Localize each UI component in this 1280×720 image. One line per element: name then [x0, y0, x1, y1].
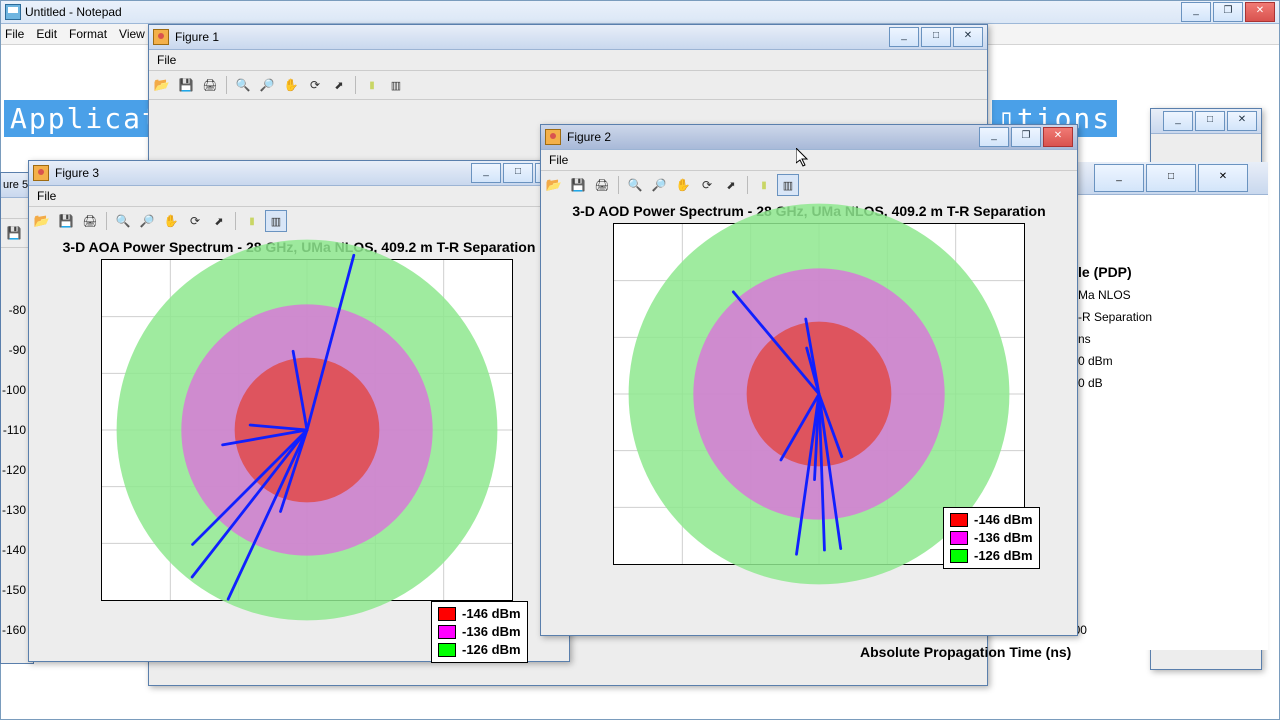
minimize-button[interactable]: _	[889, 27, 919, 47]
figure3-window: Figure 3 _ □ ✕ File 3-D AOA Power Spectr…	[28, 160, 570, 662]
minimize-button[interactable]: _	[1181, 2, 1211, 22]
close-button[interactable]: ✕	[1198, 164, 1248, 192]
figure6-content-fragment: _ □ ✕ le (PDP) Ma NLOS -R Separation ns …	[1068, 170, 1268, 650]
brush-icon[interactable]	[753, 174, 775, 196]
figure2-titlebar[interactable]: Figure 2 _ ❐ ✕	[541, 125, 1077, 150]
pdp-x-label: Absolute Propagation Time (ns)	[860, 644, 1071, 660]
print-icon[interactable]	[199, 74, 221, 96]
app-strip-left: Applicat	[4, 100, 167, 137]
figure2-window: Figure 2 _ ❐ ✕ File 3-D AOD Power Spectr…	[540, 124, 1078, 636]
pdp-annot-c: ns	[1068, 328, 1268, 350]
open-icon[interactable]	[31, 210, 53, 232]
figure4-titlebar[interactable]: _ □ ✕	[1151, 109, 1261, 134]
legend-item: -136 dBm	[974, 529, 1033, 547]
figure3-title: Figure 3	[55, 166, 469, 180]
maximize-button[interactable]: ❐	[1011, 127, 1041, 147]
menu-item-edit[interactable]: Edit	[36, 27, 57, 41]
close-button[interactable]: ✕	[953, 27, 983, 47]
print-icon[interactable]	[591, 174, 613, 196]
legend-item: -126 dBm	[462, 641, 521, 659]
pan-icon[interactable]	[160, 210, 182, 232]
maximize-button[interactable]: □	[1146, 164, 1196, 192]
rotate-icon[interactable]	[304, 74, 326, 96]
close-button[interactable]: ✕	[1245, 2, 1275, 22]
pdp-annot-d: 0 dBm	[1068, 350, 1268, 372]
brush-icon[interactable]	[361, 74, 383, 96]
zoom-out-icon[interactable]	[648, 174, 670, 196]
minimize-button[interactable]: _	[1163, 111, 1193, 131]
menu-item-file[interactable]: File	[5, 27, 24, 41]
pdp-annot-a: Ma NLOS	[1068, 284, 1268, 306]
figure1-title: Figure 1	[175, 30, 887, 44]
open-icon[interactable]	[151, 74, 173, 96]
minimize-button[interactable]: _	[1094, 164, 1144, 192]
notepad-icon	[5, 4, 21, 20]
zoom-in-icon[interactable]	[624, 174, 646, 196]
zoom-out-icon[interactable]	[256, 74, 278, 96]
pan-icon[interactable]	[280, 74, 302, 96]
rotate-icon[interactable]	[696, 174, 718, 196]
maximize-button[interactable]: □	[1195, 111, 1225, 131]
zoom-in-icon[interactable]	[232, 74, 254, 96]
save-icon[interactable]	[55, 210, 77, 232]
figure3-toolbar	[29, 207, 569, 236]
aoa-polar-plot[interactable]	[101, 259, 513, 601]
maximize-button[interactable]: ❐	[1213, 2, 1243, 22]
figure3-menu-file[interactable]: File	[37, 189, 56, 203]
maximize-button[interactable]: □	[921, 27, 951, 47]
data-cursor-icon[interactable]	[328, 74, 350, 96]
close-button[interactable]: ✕	[1043, 127, 1073, 147]
matlab-icon	[33, 165, 49, 181]
link-icon[interactable]	[385, 74, 407, 96]
figure2-menu-file[interactable]: File	[549, 153, 568, 167]
pdp-y-ticks: -80-90-100 -110-120-130 -140-150-160	[0, 290, 26, 650]
pdp-annot-b: -R Separation	[1068, 306, 1268, 328]
close-button[interactable]: ✕	[1227, 111, 1257, 131]
figure1-titlebar[interactable]: Figure 1 _ □ ✕	[149, 25, 987, 50]
matlab-icon	[153, 29, 169, 45]
zoom-out-icon[interactable]	[136, 210, 158, 232]
rotate-icon[interactable]	[184, 210, 206, 232]
zoom-in-icon[interactable]	[112, 210, 134, 232]
figure1-toolbar	[149, 71, 987, 100]
legend-item: -146 dBm	[462, 605, 521, 623]
figure5-title: ure 5	[1, 179, 29, 191]
legend-item: -126 dBm	[974, 547, 1033, 565]
matlab-icon	[545, 129, 561, 145]
legend-item: -146 dBm	[974, 511, 1033, 529]
data-cursor-icon[interactable]	[720, 174, 742, 196]
pdp-title-fragment: le (PDP)	[1068, 260, 1268, 284]
save-icon[interactable]	[567, 174, 589, 196]
maximize-button[interactable]: □	[503, 163, 533, 183]
figure2-title: Figure 2	[567, 130, 977, 144]
data-cursor-icon[interactable]	[208, 210, 230, 232]
save-icon[interactable]	[175, 74, 197, 96]
print-icon[interactable]	[79, 210, 101, 232]
notepad-title: Untitled - Notepad	[25, 5, 1179, 19]
minimize-button[interactable]: _	[979, 127, 1009, 147]
figure3-legend: -146 dBm -136 dBm -126 dBm	[431, 601, 528, 663]
brush-icon[interactable]	[241, 210, 263, 232]
figure3-titlebar[interactable]: Figure 3 _ □ ✕	[29, 161, 569, 186]
link-icon[interactable]	[777, 174, 799, 196]
pan-icon[interactable]	[672, 174, 694, 196]
figure1-menu-file[interactable]: File	[157, 53, 176, 67]
save-icon[interactable]	[3, 222, 25, 244]
open-icon[interactable]	[543, 174, 565, 196]
notepad-titlebar[interactable]: Untitled - Notepad _ ❐ ✕	[1, 1, 1279, 24]
minimize-button[interactable]: _	[471, 163, 501, 183]
legend-item: -136 dBm	[462, 623, 521, 641]
pdp-annot-e: 0 dB	[1068, 372, 1268, 394]
figure2-legend: -146 dBm -136 dBm -126 dBm	[943, 507, 1040, 569]
menu-item-format[interactable]: Format	[69, 27, 107, 41]
link-icon[interactable]	[265, 210, 287, 232]
figure2-toolbar	[541, 171, 1077, 200]
menu-item-view[interactable]: View	[119, 27, 145, 41]
